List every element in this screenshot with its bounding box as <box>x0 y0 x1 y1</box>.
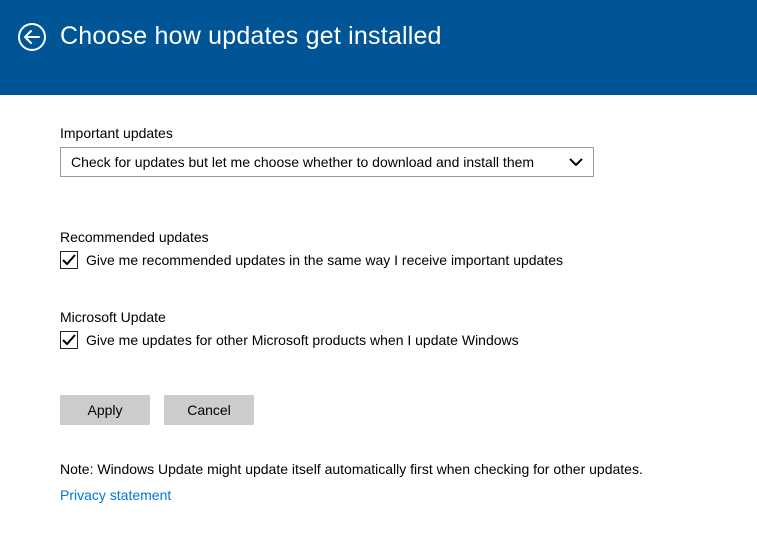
page-title: Choose how updates get installed <box>60 22 442 51</box>
back-button[interactable] <box>18 23 46 51</box>
header-bar: Choose how updates get installed <box>0 0 757 95</box>
recommended-updates-section: Recommended updates Give me recommended … <box>60 229 697 269</box>
microsoft-update-label: Microsoft Update <box>60 309 697 325</box>
dropdown-selected-value: Check for updates but let me choose whet… <box>71 154 534 170</box>
privacy-statement-link[interactable]: Privacy statement <box>60 487 171 503</box>
important-updates-section: Important updates Check for updates but … <box>60 125 697 177</box>
back-arrow-icon <box>24 30 40 44</box>
footer-note: Note: Windows Update might update itself… <box>60 461 697 477</box>
important-updates-label: Important updates <box>60 125 697 141</box>
microsoft-checkbox-row: Give me updates for other Microsoft prod… <box>60 331 697 349</box>
cancel-button[interactable]: Cancel <box>164 395 254 425</box>
apply-button[interactable]: Apply <box>60 395 150 425</box>
checkmark-icon <box>62 334 76 346</box>
recommended-checkbox-label: Give me recommended updates in the same … <box>86 252 563 268</box>
button-row: Apply Cancel <box>60 395 697 425</box>
content-area: Important updates Check for updates but … <box>0 95 757 503</box>
microsoft-checkbox[interactable] <box>60 331 78 349</box>
recommended-updates-label: Recommended updates <box>60 229 697 245</box>
chevron-down-icon <box>569 158 583 166</box>
checkmark-icon <box>62 254 76 266</box>
microsoft-checkbox-label: Give me updates for other Microsoft prod… <box>86 332 519 348</box>
important-updates-dropdown[interactable]: Check for updates but let me choose whet… <box>60 147 594 177</box>
recommended-checkbox[interactable] <box>60 251 78 269</box>
recommended-checkbox-row: Give me recommended updates in the same … <box>60 251 697 269</box>
microsoft-update-section: Microsoft Update Give me updates for oth… <box>60 309 697 349</box>
